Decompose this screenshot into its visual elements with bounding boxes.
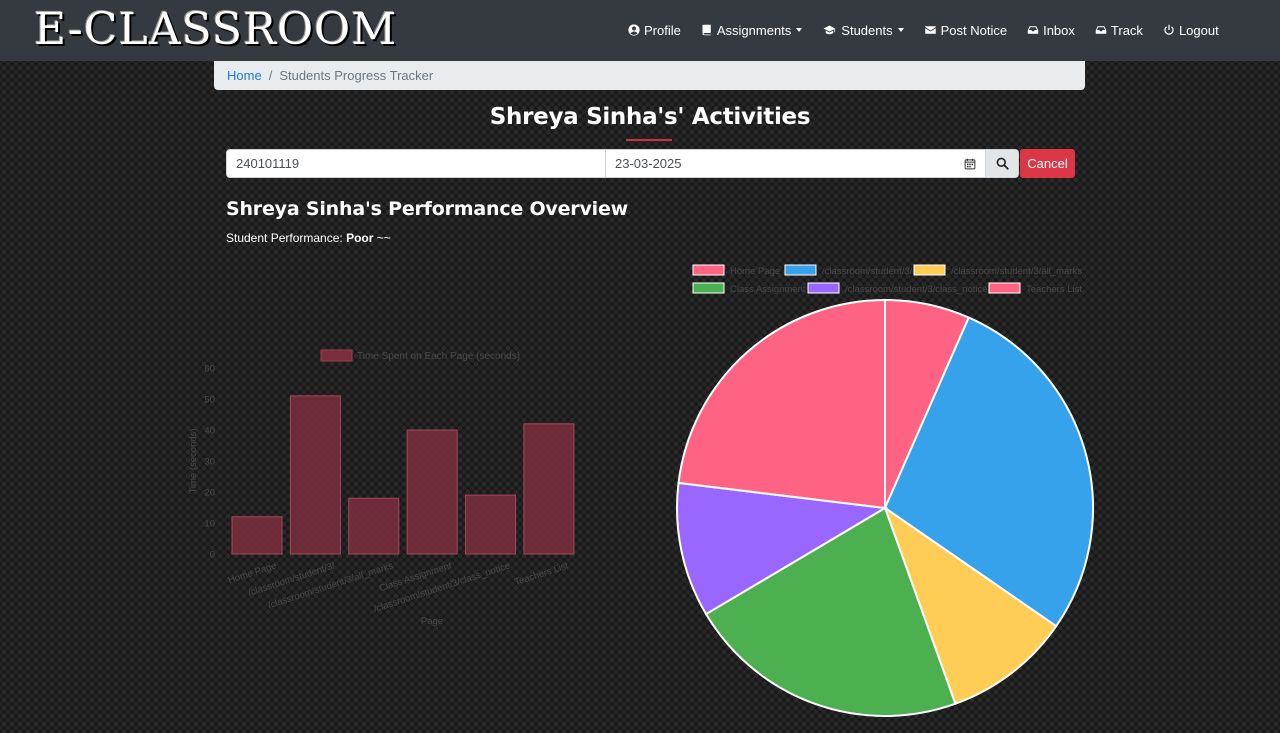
bar-legend-swatch xyxy=(320,349,353,362)
power-icon xyxy=(1164,24,1174,35)
search-button[interactable] xyxy=(986,149,1019,178)
nav-assignments-label: Assignments xyxy=(716,22,792,38)
search-icon xyxy=(996,157,1009,170)
student-id-input[interactable]: 240101119 xyxy=(226,149,606,178)
pie-legend-label: /classroom/student/3/ xyxy=(822,266,913,277)
breadcrumb-current: Students Progress Tracker xyxy=(279,68,434,83)
pie-legend-label: Teachers List xyxy=(1026,284,1082,295)
pie-legend-swatch xyxy=(913,264,946,276)
inbox-icon xyxy=(1027,26,1039,34)
y-tick-label: 60 xyxy=(204,364,215,375)
y-tick-label: 10 xyxy=(204,519,215,530)
breadcrumb-separator: / xyxy=(268,68,273,83)
bar-legend-label: Time Spent on Each Page (seconds) xyxy=(357,351,520,362)
user-circle-icon xyxy=(628,24,640,36)
page-title: Shreya Sinha's' Activities xyxy=(489,104,811,130)
cancel-button[interactable]: Cancel xyxy=(1020,149,1075,178)
search-form: 240101119 23-03-2025 Cancel xyxy=(226,149,1075,178)
date-input[interactable]: 23-03-2025 xyxy=(606,149,986,178)
nav-post-notice[interactable]: Post Notice xyxy=(924,23,1007,38)
pie-legend-label: Home Page xyxy=(730,266,780,277)
bar-chart: Time Spent on Each Page (seconds) 0 10 20 30… xyxy=(188,349,575,627)
y-axis-title: Time (seconds) xyxy=(188,428,199,493)
nav-assignments[interactable]: Assignments xyxy=(701,22,803,38)
pie-legend-swatch xyxy=(807,282,840,294)
nav-track-label: Track xyxy=(1110,22,1143,38)
nav-students[interactable]: Students xyxy=(822,22,904,38)
pie-legend-swatch xyxy=(784,264,817,276)
nav-inbox-label: Inbox xyxy=(1043,22,1075,38)
nav-profile-label: Profile xyxy=(644,22,681,38)
nav-logout-label: Logout xyxy=(1178,22,1219,38)
pie-legend-swatch xyxy=(692,264,725,276)
inbox-icon xyxy=(1095,26,1107,34)
pie-legend-label: Class Assignment xyxy=(730,284,806,295)
breadcrumb: Home / Students Progress Tracker xyxy=(214,61,1085,90)
nav-logout[interactable]: Logout xyxy=(1163,23,1219,38)
x-axis-title: Page xyxy=(421,616,443,627)
brand-logo[interactable]: E-CLASSROOM xyxy=(34,4,397,56)
nav-track[interactable]: Track xyxy=(1095,23,1143,38)
bar xyxy=(406,429,458,555)
envelope-icon xyxy=(924,26,936,34)
caret-down-icon xyxy=(796,28,803,32)
y-tick-label: 50 xyxy=(204,395,215,406)
nav-links: Profile Assignments Students Post Notice… xyxy=(628,20,1239,40)
calendar-icon[interactable] xyxy=(964,158,976,170)
y-tick-label: 40 xyxy=(204,426,215,437)
breadcrumb-home-link[interactable]: Home xyxy=(227,68,262,83)
bar xyxy=(289,395,341,555)
x-tick-label: Teachers List xyxy=(513,560,570,588)
caret-down-icon xyxy=(897,28,904,32)
bar xyxy=(465,494,517,555)
bar xyxy=(231,516,283,555)
pie-legend-label: /classroom/student/3/class_notice xyxy=(845,284,988,295)
performance-value: Poor xyxy=(346,231,374,245)
y-tick-label: 20 xyxy=(204,488,215,499)
overview-title: Shreya Sinha's Performance Overview xyxy=(226,198,629,220)
y-tick-label: 0 xyxy=(210,550,215,561)
nav-inbox[interactable]: Inbox xyxy=(1027,23,1075,38)
date-value: 23-03-2025 xyxy=(615,156,682,171)
pie-legend-label: /classroom/student/3/all_marks xyxy=(951,266,1082,277)
performance-label: Student Performance: xyxy=(226,231,343,245)
bar xyxy=(523,423,575,555)
pie-legend-swatch xyxy=(692,282,725,294)
pie-legend-swatch xyxy=(988,282,1021,294)
book-icon xyxy=(702,24,711,36)
nav-students-label: Students xyxy=(841,22,893,38)
performance-suffix: ~~ xyxy=(376,231,391,245)
student-id-value: 240101119 xyxy=(236,156,300,171)
bar xyxy=(348,497,400,555)
y-tick-label: 30 xyxy=(204,457,215,468)
navbar: E-CLASSROOM Profile Assignments Students… xyxy=(0,0,1280,61)
pie-chart: Home Page/classroom/student/3/ /classroom… xyxy=(676,264,1094,718)
nav-post-notice-label: Post Notice xyxy=(940,22,1008,38)
title-underline xyxy=(626,139,672,141)
pie-slice xyxy=(677,298,886,510)
nav-profile[interactable]: Profile xyxy=(628,23,681,38)
performance-line: Student Performance: Poor ~~ xyxy=(226,231,391,245)
graduation-cap-icon xyxy=(823,25,836,35)
